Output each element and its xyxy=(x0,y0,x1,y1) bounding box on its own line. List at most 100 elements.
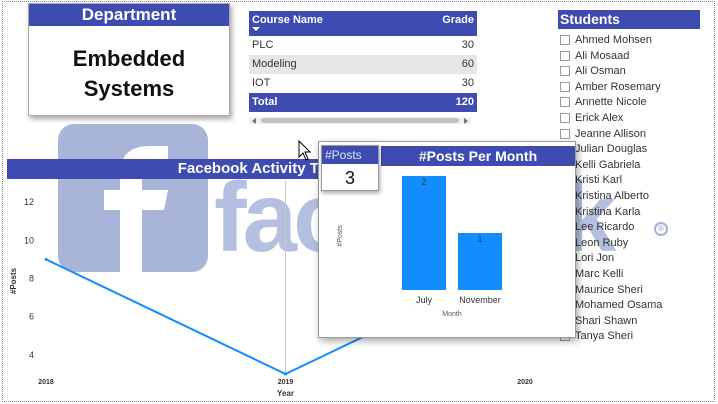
department-value-line-2: Systems xyxy=(83,76,175,101)
x-tick-label: July xyxy=(416,295,433,305)
x-tick-label: November xyxy=(459,295,501,305)
mouse-pointer-icon xyxy=(298,140,312,161)
y-tick-label: 10 xyxy=(24,235,34,245)
student-name: Erick Alex xyxy=(575,111,624,124)
cell-grade: 60 xyxy=(461,58,474,70)
students-list: Ahmed Mohsen Ali Mosaad Ali Osman Amber Ros… xyxy=(558,33,718,345)
student-slicer-item[interactable]: Mohamed Osama xyxy=(558,298,718,314)
x-axis-label: Month xyxy=(442,311,462,318)
checkbox[interactable] xyxy=(560,50,570,61)
student-slicer-item[interactable]: Lee Ricardo xyxy=(558,220,718,236)
cell-grade: 30 xyxy=(461,39,474,51)
department-card-value: Embedded Systems xyxy=(29,44,229,104)
student-name: Amber Rosemary xyxy=(575,80,661,93)
student-slicer-item[interactable]: Ali Mosaad xyxy=(558,49,718,65)
student-slicer-item[interactable]: Ahmed Mohsen xyxy=(558,33,718,49)
student-slicer-item[interactable]: Erick Alex xyxy=(558,111,718,127)
total-grade: 120 xyxy=(455,96,474,108)
column-header-course-name[interactable]: Course Name xyxy=(252,14,323,26)
course-grade-table[interactable]: Course Name Grade PLC 30 Modeling 60 IOT… xyxy=(249,11,477,112)
x-axis-label: Year xyxy=(277,389,294,398)
y-axis-label: #Posts xyxy=(337,225,344,247)
student-name: Kristina Karla xyxy=(575,205,641,218)
checkbox[interactable] xyxy=(560,66,570,77)
student-slicer-item[interactable]: Maurice Sheri xyxy=(558,283,718,299)
sort-descending-icon[interactable] xyxy=(252,27,260,31)
checkbox[interactable] xyxy=(560,35,570,45)
checkbox[interactable] xyxy=(560,112,570,123)
table-header-row: Course Name Grade xyxy=(249,11,477,36)
student-slicer-item[interactable]: Kristina Karla xyxy=(558,205,718,221)
student-name: Lori Jon xyxy=(575,252,615,265)
y-tick-label: 12 xyxy=(24,197,34,207)
y-tick-label: 6 xyxy=(29,312,34,322)
department-value-line-1: Embedded xyxy=(72,46,186,71)
cell-grade: 30 xyxy=(461,77,474,89)
cell-course-name: Modeling xyxy=(252,58,297,70)
student-name: Ali Mosaad xyxy=(575,49,630,62)
student-slicer-item[interactable]: Kelli Gabriela xyxy=(558,158,718,174)
checkbox[interactable] xyxy=(560,128,570,139)
x-tick-label: 2020 xyxy=(517,379,533,386)
student-name: Ahmed Mohsen xyxy=(575,34,653,46)
student-slicer-item[interactable]: Ali Osman xyxy=(558,64,718,80)
department-card-header: Department xyxy=(29,4,229,26)
student-name: Annette Nicole xyxy=(575,96,647,109)
table-row[interactable]: PLC 30 xyxy=(249,36,477,55)
student-slicer-item[interactable]: Shari Shawn xyxy=(558,314,718,330)
scroll-right-icon[interactable] xyxy=(464,118,468,124)
student-name: Tanya Sheri xyxy=(575,330,634,343)
bar-data-label: 1 xyxy=(477,234,482,244)
student-slicer-item[interactable]: Lori Jon xyxy=(558,251,718,267)
students-slicer[interactable]: Students Ahmed Mohsen Ali Mosaad Ali Osman… xyxy=(558,10,718,345)
bar-july xyxy=(402,176,446,290)
y-tick-label: 4 xyxy=(29,350,34,360)
table-horizontal-scrollbar[interactable] xyxy=(249,117,471,124)
student-slicer-item[interactable]: Marc Kelli xyxy=(558,267,718,283)
data-point xyxy=(44,257,48,261)
x-tick-label: 2018 xyxy=(38,379,54,386)
student-name: Kelli Gabriela xyxy=(575,158,641,171)
scrollbar-thumb[interactable] xyxy=(261,118,459,123)
student-slicer-item[interactable]: Annette Nicole xyxy=(558,95,718,111)
posts-kpi-label: #Posts xyxy=(322,146,378,164)
cell-course-name: IOT xyxy=(252,77,271,89)
y-tick-label: 8 xyxy=(29,274,34,284)
students-slicer-header: Students xyxy=(558,10,700,29)
cell-course-name: PLC xyxy=(252,39,274,51)
student-name: Lee Ricardo xyxy=(575,221,635,234)
student-slicer-item[interactable]: Kristina Alberto xyxy=(558,189,718,205)
table-row[interactable]: IOT 30 xyxy=(249,74,477,93)
student-slicer-item[interactable]: Jeanne Allison xyxy=(558,127,718,143)
student-slicer-item[interactable]: Tanya Sheri xyxy=(558,329,718,345)
student-slicer-item[interactable]: Leon Ruby xyxy=(558,236,718,252)
posts-kpi-card: #Posts 3 xyxy=(321,145,379,191)
student-name: Kristina Alberto xyxy=(575,189,649,202)
scroll-left-icon[interactable] xyxy=(252,118,256,124)
student-name: Maurice Sheri xyxy=(575,283,643,296)
student-name: Julian Douglas xyxy=(575,143,648,156)
student-slicer-item[interactable]: Amber Rosemary xyxy=(558,80,718,96)
total-label: Total xyxy=(252,96,278,108)
department-card[interactable]: Department Embedded Systems xyxy=(28,3,230,116)
student-name: Kristi Karl xyxy=(575,174,623,187)
table-row[interactable]: Modeling 60 xyxy=(249,55,477,74)
student-name: Ali Osman xyxy=(575,65,626,78)
bar-data-label: 2 xyxy=(421,177,426,187)
posts-per-month-tooltip: #Posts Per Month 2 July 1 November Month #Pos… xyxy=(318,141,576,338)
checkbox[interactable] xyxy=(560,97,570,108)
student-name: Marc Kelli xyxy=(575,267,624,280)
column-header-grade[interactable]: Grade xyxy=(442,14,474,26)
posts-kpi-value: 3 xyxy=(344,168,355,188)
student-name: Shari Shawn xyxy=(575,314,638,327)
data-point xyxy=(284,372,287,376)
student-name: Leon Ruby xyxy=(575,236,629,249)
table-total-row: Total 120 xyxy=(249,93,477,112)
x-tick-label: 2019 xyxy=(278,379,294,386)
checkbox[interactable] xyxy=(560,81,570,92)
student-slicer-item[interactable]: Julian Douglas xyxy=(558,142,718,158)
student-name: Mohamed Osama xyxy=(575,299,663,312)
y-axis-label: #Posts xyxy=(9,267,18,294)
student-name: Jeanne Allison xyxy=(575,127,646,140)
student-slicer-item[interactable]: Kristi Karl xyxy=(558,173,718,189)
